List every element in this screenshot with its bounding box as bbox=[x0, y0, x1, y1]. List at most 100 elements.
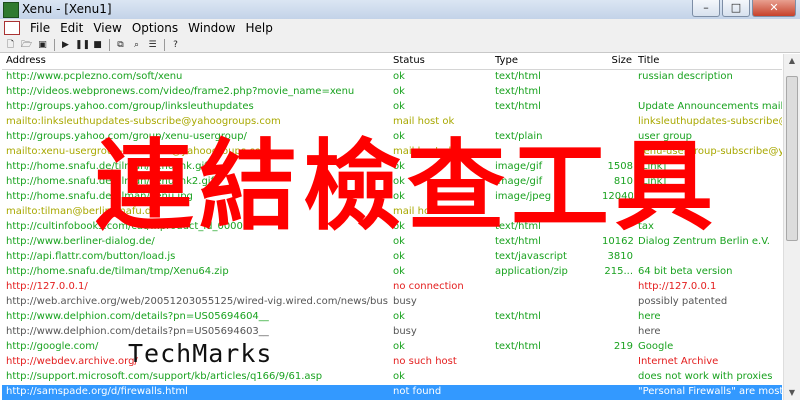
cell-type: text/html bbox=[495, 311, 541, 322]
close-button[interactable]: ✕ bbox=[752, 0, 796, 17]
new-file-icon[interactable]: 🗋 bbox=[4, 39, 17, 51]
title-bar: Xenu - [Xenu1] – □ ✕ bbox=[0, 0, 800, 20]
cell-address: http://www.pcplezno.com/soft/xenu bbox=[6, 71, 183, 82]
scroll-up-icon[interactable]: ▲ bbox=[786, 55, 798, 67]
table-header: Address Status Type Size Title bbox=[2, 54, 782, 70]
cell-address: mailto:linksleuthupdates-subscribe@yahoo… bbox=[6, 116, 281, 127]
column-header-address[interactable]: Address bbox=[6, 55, 388, 66]
table-row[interactable]: http://videos.webpronews.com/video/frame… bbox=[2, 85, 782, 100]
cell-size: 3810 bbox=[607, 251, 633, 262]
cell-title: here bbox=[638, 326, 661, 337]
cell-title: does not work with proxies bbox=[638, 371, 773, 382]
window-title: Xenu - [Xenu1] bbox=[22, 2, 112, 16]
column-header-size[interactable]: Size bbox=[602, 55, 632, 66]
table-row[interactable]: http://google.com/ok text/html 219 Google bbox=[2, 340, 782, 355]
table-row[interactable]: http://webdev.archive.org/no such host In… bbox=[2, 355, 782, 370]
cell-status: no connection bbox=[393, 281, 464, 292]
maximize-button[interactable]: □ bbox=[722, 0, 750, 17]
table-row[interactable]: http://www.delphion.com/details?pn=US056… bbox=[2, 325, 782, 340]
cell-title: Google bbox=[638, 341, 674, 352]
menu-help[interactable]: Help bbox=[241, 21, 278, 35]
cell-status: ok bbox=[393, 101, 405, 112]
menu-view[interactable]: View bbox=[89, 21, 127, 35]
cell-title: Update Announcements mailing list bbox=[638, 101, 782, 112]
scroll-down-icon[interactable]: ▼ bbox=[786, 387, 798, 399]
cell-type: text/html bbox=[495, 341, 541, 352]
window-controls: – □ ✕ bbox=[692, 0, 796, 17]
cell-status: ok bbox=[393, 311, 405, 322]
scrollbar-thumb[interactable] bbox=[786, 76, 798, 241]
cell-title: possibly patented bbox=[638, 296, 728, 307]
properties-icon[interactable]: ☰ bbox=[146, 39, 159, 51]
cell-type: application/zip bbox=[495, 266, 568, 277]
cell-address: http://127.0.0.1/ bbox=[6, 281, 88, 292]
cell-title: Internet Archive bbox=[638, 356, 719, 367]
help-icon[interactable]: ? bbox=[169, 39, 182, 51]
cell-size: 219 bbox=[613, 341, 633, 352]
toolbar: 🗋 🗁 ▣ ▶ ❚❚ ■ ⧉ ⌕ ☰ ? bbox=[0, 37, 800, 53]
column-header-title[interactable]: Title bbox=[638, 55, 782, 66]
cell-status: ok bbox=[393, 251, 405, 262]
cell-status: ok bbox=[393, 341, 405, 352]
cell-status: ok bbox=[393, 266, 405, 277]
table-row[interactable]: http://127.0.0.1/no connection http://127… bbox=[2, 280, 782, 295]
cell-address: http://api.flattr.com/button/load.js bbox=[6, 251, 176, 262]
cell-address: http://www.delphion.com/details?pn=US056… bbox=[6, 326, 269, 337]
table-row[interactable]: http://support.microsoft.com/support/kb/… bbox=[2, 370, 782, 385]
cell-status: ok bbox=[393, 86, 405, 97]
cell-status: no such host bbox=[393, 356, 457, 367]
table-row[interactable]: mailto:linksleuthupdates-subscribe@yahoo… bbox=[2, 115, 782, 130]
column-header-type[interactable]: Type bbox=[495, 55, 603, 66]
cell-type: text/html bbox=[495, 71, 541, 82]
cell-status: ok bbox=[393, 371, 405, 382]
cell-status: ok bbox=[393, 71, 405, 82]
document-icon[interactable] bbox=[4, 21, 20, 35]
cell-title: http://127.0.0.1 bbox=[638, 281, 717, 292]
cell-type: text/html bbox=[495, 101, 541, 112]
table-row[interactable]: http://www.delphion.com/details?pn=US056… bbox=[2, 310, 782, 325]
cell-status: busy bbox=[393, 296, 417, 307]
menu-window[interactable]: Window bbox=[184, 21, 241, 35]
table-row[interactable]: http://www.pcplezno.com/soft/xenu ok text/… bbox=[2, 70, 782, 85]
table-row[interactable]: http://api.flattr.com/button/load.js ok te… bbox=[2, 250, 782, 265]
cell-address: http://samspade.org/d/firewalls.html bbox=[6, 386, 188, 397]
cell-title: 64 bit beta version bbox=[638, 266, 733, 277]
cell-address: http://home.snafu.de/tilman/tmp/Xenu64.z… bbox=[6, 266, 229, 277]
cell-address: http://videos.webpronews.com/video/frame… bbox=[6, 86, 355, 97]
play-icon[interactable]: ▶ bbox=[59, 39, 72, 51]
find-icon[interactable]: ⌕ bbox=[130, 39, 143, 51]
cell-address: http://support.microsoft.com/support/kb/… bbox=[6, 371, 323, 382]
xenu-app-icon[interactable] bbox=[3, 2, 19, 18]
column-header-status[interactable]: Status bbox=[393, 55, 491, 66]
cell-address: http://www.delphion.com/details?pn=US056… bbox=[6, 311, 269, 322]
cell-type: text/javascript bbox=[495, 251, 567, 262]
cell-status: busy bbox=[393, 326, 417, 337]
open-folder-icon[interactable]: 🗁 bbox=[20, 39, 33, 51]
overlay-headline: 連結檢查工具 bbox=[95, 130, 720, 244]
menu-file[interactable]: File bbox=[26, 21, 56, 35]
toolbar-separator bbox=[54, 38, 55, 51]
menu-options[interactable]: Options bbox=[128, 21, 184, 35]
table-row[interactable]: http://home.snafu.de/tilman/tmp/Xenu64.z… bbox=[2, 265, 782, 280]
menu-edit[interactable]: Edit bbox=[56, 21, 89, 35]
save-icon[interactable]: ▣ bbox=[36, 39, 49, 51]
techmarks-watermark: TechMarks bbox=[128, 339, 273, 368]
cell-status: not found bbox=[393, 386, 442, 397]
cell-size: 215... bbox=[604, 266, 633, 277]
menu-bar: File Edit View Options Window Help bbox=[0, 19, 800, 37]
cell-title: here bbox=[638, 311, 661, 322]
vertical-scrollbar[interactable]: ▲ ▼ bbox=[783, 54, 800, 400]
cell-title: russian description bbox=[638, 71, 733, 82]
table-row[interactable]: http://web.archive.org/web/2005120305512… bbox=[2, 295, 782, 310]
toolbar-separator bbox=[109, 38, 110, 51]
stop-icon[interactable]: ■ bbox=[91, 39, 104, 51]
table-row-selected[interactable]: http://samspade.org/d/firewalls.html not … bbox=[2, 385, 782, 400]
cell-address: http://web.archive.org/web/2005120305512… bbox=[6, 296, 388, 307]
cell-address: http://groups.yahoo.com/group/linksleuth… bbox=[6, 101, 254, 112]
minimize-button[interactable]: – bbox=[692, 0, 720, 17]
cell-status: mail host ok bbox=[393, 116, 455, 127]
cell-title: "Personal Firewalls" are mostly snake oi… bbox=[638, 386, 782, 397]
pause-icon[interactable]: ❚❚ bbox=[75, 39, 90, 51]
copy-icon[interactable]: ⧉ bbox=[114, 39, 127, 51]
table-row[interactable]: http://groups.yahoo.com/group/linksleuth… bbox=[2, 100, 782, 115]
